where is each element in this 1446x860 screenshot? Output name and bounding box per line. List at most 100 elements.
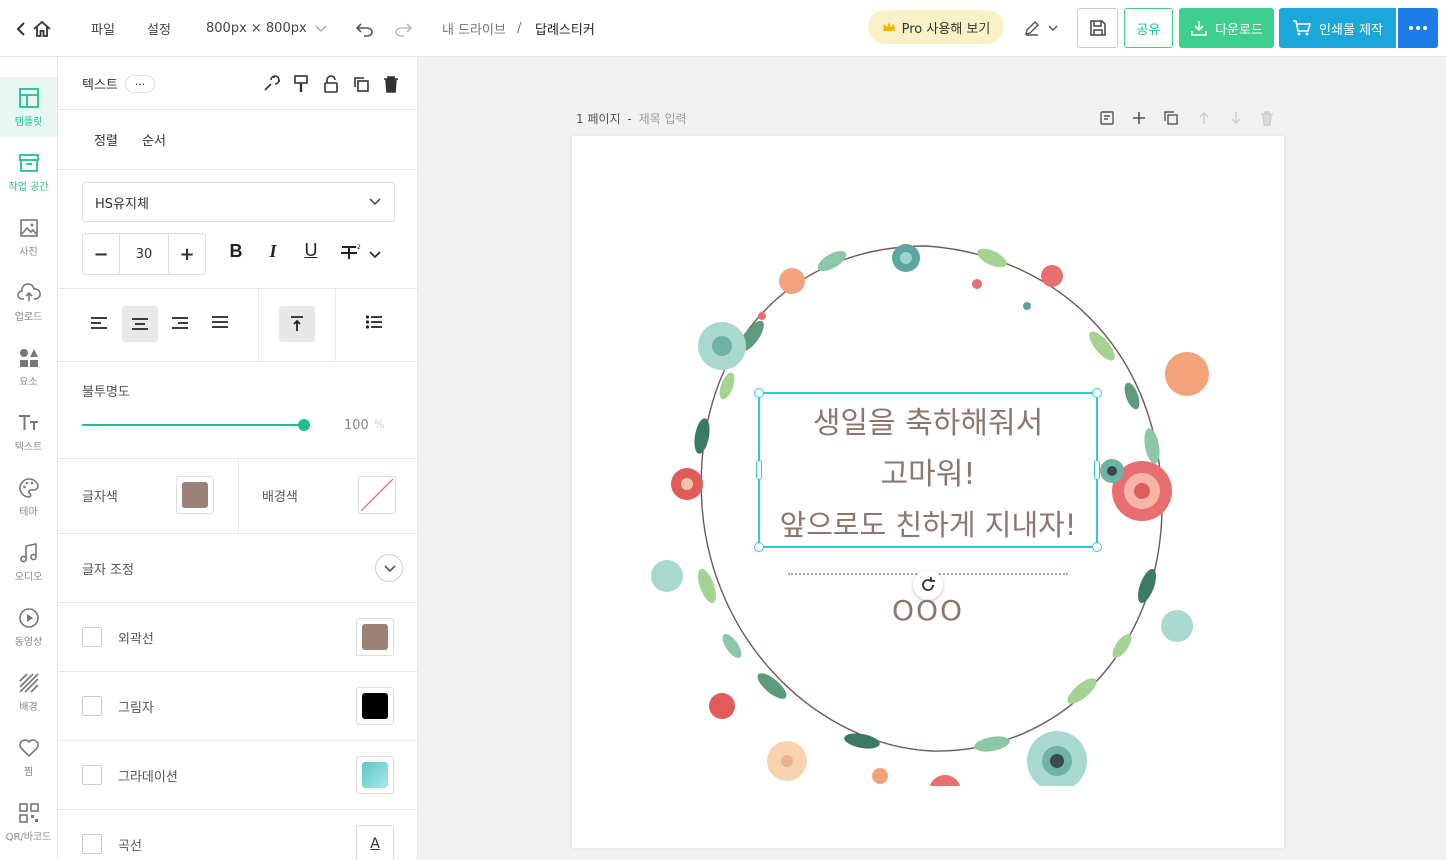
resize-handle-top-right[interactable] [1092, 388, 1102, 398]
svg-text:2: 2 [357, 244, 361, 251]
canvas-size-dropdown[interactable]: 800px × 800px [206, 0, 329, 57]
rail-item-elements[interactable]: 요소 [0, 337, 57, 397]
divider [58, 533, 417, 534]
curve-label: 곡선 [118, 839, 142, 854]
resize-handle-bottom-right[interactable] [1092, 542, 1102, 552]
duplicate-page-icon[interactable] [1163, 110, 1179, 126]
list-icon[interactable] [365, 314, 383, 330]
align-justify-icon[interactable] [211, 315, 229, 331]
save-button[interactable] [1077, 8, 1118, 48]
shadow-color-swatch[interactable] [356, 687, 394, 725]
rail-item-photo[interactable]: 사진 [0, 207, 57, 267]
lock-open-icon[interactable] [322, 75, 340, 93]
shapes-icon [19, 348, 38, 367]
opacity-slider-track[interactable] [82, 419, 310, 431]
rail-item-template[interactable]: 템플릿 [0, 77, 57, 137]
text-adjust-expand-button[interactable] [375, 554, 403, 582]
rail-item-text[interactable]: 텍스트 [0, 402, 57, 462]
pro-trial-button[interactable]: Pro 사용해 보기 [868, 10, 1004, 44]
strikethrough-dropdown[interactable]: 2 [339, 243, 383, 263]
move-page-up-icon[interactable] [1196, 110, 1212, 126]
move-page-down-icon[interactable] [1228, 110, 1244, 126]
heart-icon [18, 738, 39, 757]
redo-button[interactable] [393, 0, 413, 57]
rail-item-video[interactable]: 동영상 [0, 597, 57, 657]
add-page-icon[interactable] [1131, 110, 1147, 126]
home-button[interactable] [32, 0, 52, 57]
resize-handle-bottom-left[interactable] [754, 542, 764, 552]
tab-order[interactable]: 순서 [142, 130, 166, 149]
outline-color-swatch[interactable] [356, 618, 394, 656]
divider [58, 671, 417, 672]
text-box-content[interactable]: 생일을 축하해줘서 고마워! 앞으로도 친하게 지내자! [760, 398, 1096, 551]
name-text[interactable]: OOO [828, 594, 1028, 627]
rail-item-upload[interactable]: 업로드 [0, 272, 57, 332]
duplicate-icon[interactable] [352, 75, 370, 93]
menu-settings[interactable]: 설정 [147, 0, 171, 57]
align-center-button[interactable] [122, 306, 158, 342]
divider [58, 809, 417, 810]
align-left-icon[interactable] [90, 315, 108, 331]
font-size-increase-button[interactable]: + [168, 234, 205, 274]
align-top-icon [291, 316, 303, 331]
gradient-checkbox[interactable] [82, 765, 102, 785]
font-size-decrease-button[interactable]: − [83, 234, 120, 274]
download-button[interactable]: 다운로드 [1179, 8, 1274, 48]
text-box-selection[interactable]: 생일을 축하해줘서 고마워! 앞으로도 친하게 지내자! [754, 388, 1102, 552]
resize-handle-right[interactable] [1094, 460, 1100, 480]
rail-item-audio[interactable]: 오디오 [0, 532, 57, 592]
delete-page-icon[interactable] [1259, 110, 1275, 126]
breadcrumb-separator: / [517, 21, 522, 36]
align-right-icon[interactable] [171, 315, 189, 331]
cloud-upload-icon [16, 282, 41, 301]
text-color-swatch[interactable] [176, 476, 214, 514]
more-options-button[interactable] [1398, 8, 1438, 48]
background-color-swatch[interactable] [358, 476, 396, 514]
print-order-button[interactable]: 인쇄물 제작 [1279, 8, 1396, 48]
font-family-select[interactable]: HS유지체 [82, 182, 395, 222]
align-center-icon [132, 318, 148, 330]
text-color-chip [182, 482, 208, 508]
paint-roller-icon[interactable] [292, 75, 310, 93]
back-button[interactable] [14, 0, 28, 57]
bold-button[interactable]: B [226, 241, 246, 265]
undo-button[interactable] [355, 0, 375, 57]
opacity-value[interactable]: 100 [344, 418, 369, 433]
panel-title: 텍스트 [82, 78, 118, 93]
page-title-input[interactable]: 제목 입력 [639, 112, 687, 126]
outline-checkbox[interactable] [82, 627, 102, 647]
document-title[interactable]: 답례스티커 [535, 0, 595, 57]
underline-button[interactable]: U [301, 240, 321, 264]
menu-file[interactable]: 파일 [91, 0, 115, 57]
curve-checkbox[interactable] [82, 834, 102, 854]
design-page[interactable]: 생일을 축하해줘서 고마워! 앞으로도 친하게 지내자! OOO [572, 136, 1284, 848]
rail-item-favorites[interactable]: 찜 [0, 727, 57, 787]
panel-more-button[interactable]: ··· [125, 75, 155, 93]
page-note-icon[interactable] [1099, 110, 1115, 126]
rail-item-theme[interactable]: 테마 [0, 467, 57, 527]
trash-icon[interactable] [382, 75, 400, 93]
tab-align[interactable]: 정렬 [94, 130, 118, 149]
share-button[interactable]: 공유 [1124, 8, 1173, 48]
resize-handle-left[interactable] [756, 460, 762, 480]
shadow-checkbox[interactable] [82, 696, 102, 716]
opacity-slider-thumb[interactable] [298, 419, 310, 431]
font-size-input[interactable]: 30 [120, 234, 168, 274]
italic-button[interactable]: I [263, 241, 283, 265]
rail-item-workspace[interactable]: 작업 공간 [0, 142, 57, 202]
rail-item-qr-barcode[interactable]: QR/바코드 [0, 792, 57, 852]
rail-item-background[interactable]: 배경 [0, 662, 57, 722]
gradient-color-swatch[interactable] [356, 756, 394, 794]
page-title-separator: - [627, 112, 632, 126]
resize-handle-top-left[interactable] [754, 388, 764, 398]
canvas-area: 1 페이지 - 제목 입력 생일을 축하해줘서 고마워! 앞으로도 친하게 지내… [419, 57, 1446, 860]
curve-style-button[interactable]: A [356, 825, 394, 860]
hatch-pattern-icon [18, 672, 39, 693]
text-line-2: 고마워! [880, 457, 976, 492]
gradient-color-chip [362, 762, 388, 788]
breadcrumb-root[interactable]: 내 드라이브 [442, 0, 506, 57]
pen-dropdown[interactable] [1016, 8, 1066, 48]
style-copy-icon[interactable] [262, 75, 280, 93]
vertical-align-top-button[interactable] [279, 306, 315, 342]
divider [58, 740, 417, 741]
